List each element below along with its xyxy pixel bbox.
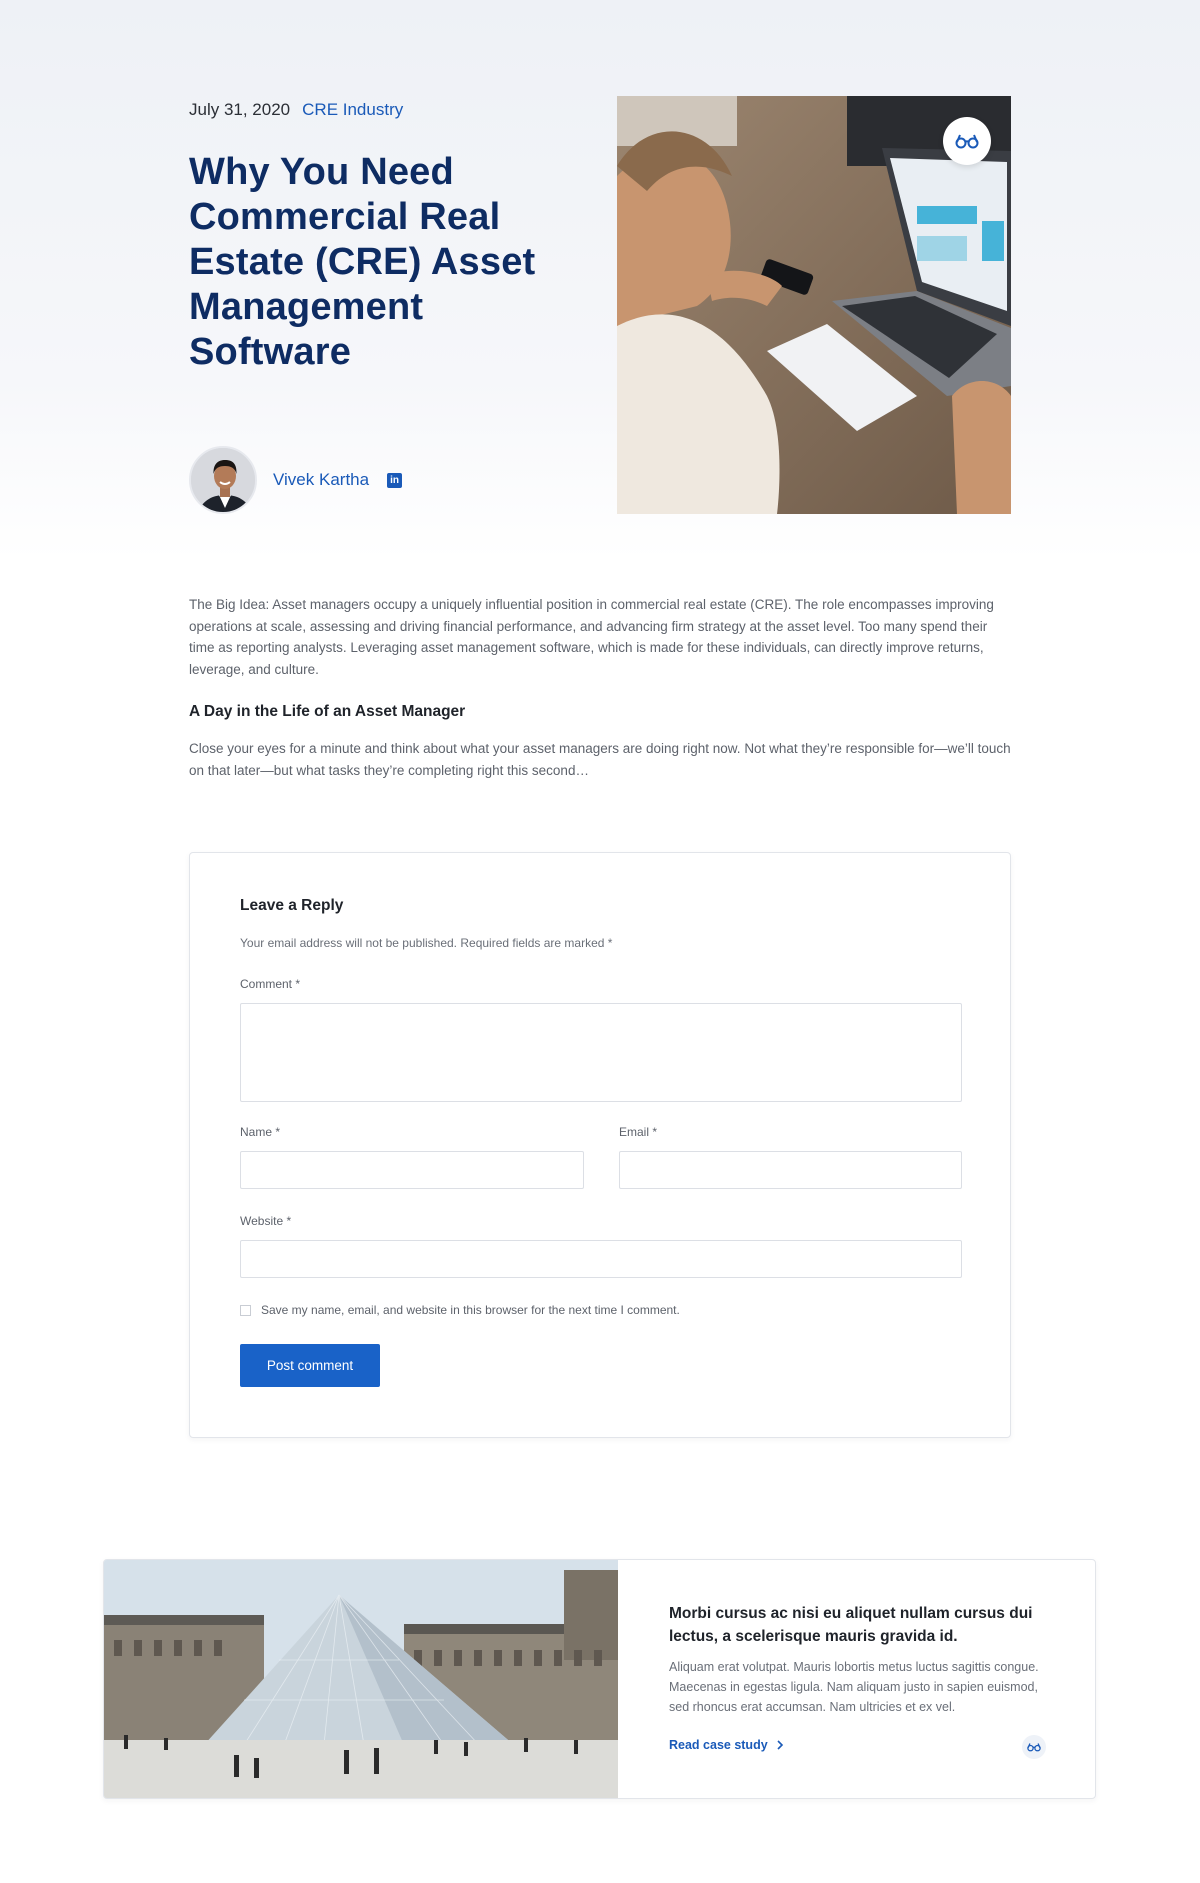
article-intro: The Big Idea: Asset managers occupy a un…: [189, 597, 994, 677]
website-label: Website *: [240, 1214, 292, 1228]
blog-post-page: July 31, 2020 CRE Industry Why You Need …: [0, 0, 1200, 1883]
case-study-image: [104, 1560, 618, 1798]
linkedin-icon[interactable]: in: [387, 472, 403, 488]
louvre-photo-illustration: [104, 1560, 618, 1798]
read-case-study-label: Read case study: [669, 1738, 768, 1752]
website-input[interactable]: [240, 1240, 962, 1278]
chevron-right-icon: [777, 1740, 783, 1750]
comment-textarea[interactable]: [240, 1003, 962, 1102]
post-date: July 31, 2020: [189, 100, 291, 119]
case-study-glasses-badge[interactable]: [1022, 1735, 1046, 1759]
reply-form-card: Leave a Reply Your email address will no…: [189, 852, 1011, 1438]
post-title: Why You Need Commercial Real Estate (CRE…: [189, 151, 536, 373]
post-category-link[interactable]: CRE Industry: [302, 100, 403, 120]
hero-glasses-button[interactable]: [943, 117, 991, 165]
author-avatar[interactable]: [189, 446, 257, 514]
save-info-checkbox[interactable]: [240, 1304, 251, 1316]
reply-note: Your email address will not be published…: [240, 936, 613, 950]
name-input[interactable]: [240, 1151, 584, 1189]
reply-title: Leave a Reply: [240, 897, 344, 914]
article-subheading: A Day in the Life of an Asset Manager: [189, 703, 466, 720]
case-study-text: Aliquam erat volutpat. Mauris lobortis m…: [669, 1660, 1039, 1714]
read-case-study-link[interactable]: Read case study: [669, 1738, 784, 1752]
case-study-title: Morbi cursus ac nisi eu aliquet nullam c…: [669, 1605, 1033, 1645]
name-label: Name *: [240, 1125, 281, 1139]
post-meta: July 31, 2020 CRE Industry: [189, 100, 403, 120]
post-comment-button[interactable]: Post comment: [240, 1344, 380, 1387]
email-label: Email *: [619, 1125, 658, 1139]
glasses-icon: [1027, 1743, 1041, 1752]
avatar-portrait: [191, 448, 255, 512]
save-info-row: Save my name, email, and website in this…: [240, 1303, 680, 1317]
email-input[interactable]: [619, 1151, 962, 1189]
save-info-label: Save my name, email, and website in this…: [261, 1303, 680, 1317]
article-paragraph: Close your eyes for a minute and think a…: [189, 741, 1011, 778]
case-study-card: Morbi cursus ac nisi eu aliquet nullam c…: [103, 1559, 1096, 1799]
author-block: Vivek Kartha in: [189, 446, 403, 514]
author-name-link[interactable]: Vivek Kartha: [273, 470, 369, 490]
comment-label: Comment *: [240, 977, 301, 991]
glasses-icon: [955, 134, 979, 149]
